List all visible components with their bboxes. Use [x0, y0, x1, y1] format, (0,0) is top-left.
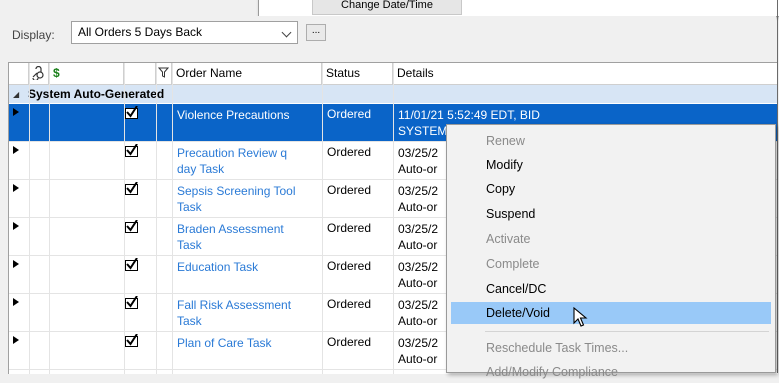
header-check[interactable]: [124, 63, 156, 84]
details-line: 03/25/2: [398, 146, 439, 160]
column-divider: [49, 63, 50, 374]
window-edge: [777, 0, 778, 373]
order-name[interactable]: Education Task: [177, 259, 317, 275]
order-name-line: Task: [177, 200, 202, 214]
details-line: Auto-or: [398, 238, 438, 252]
details-line: Auto-or: [398, 200, 438, 214]
change-date-time-label: Change Date/Time: [341, 0, 433, 11]
details-line: 03/25/2: [398, 260, 439, 274]
chevron-down-icon: [281, 27, 292, 38]
order-name-line: Violence Precautions: [177, 108, 290, 122]
order-status: Ordered: [327, 221, 372, 235]
menu-item-add-modify-compliance[interactable]: Add/Modify Compliance: [451, 361, 771, 383]
menu-item-activate[interactable]: Activate: [451, 228, 771, 250]
order-name-line: Education Task: [177, 260, 259, 274]
menu-item-suspend[interactable]: Suspend: [451, 203, 771, 225]
order-name-line: Plan of Care Task: [177, 336, 272, 350]
header-order-name[interactable]: Order Name: [172, 63, 322, 84]
order-status: Ordered: [327, 107, 372, 121]
details-line: SYSTEM: [398, 124, 448, 138]
order-name-line: Task: [177, 314, 202, 328]
checkbox-icon[interactable]: [125, 106, 138, 119]
order-name-line: Sepsis Screening Tool: [177, 184, 296, 198]
checkbox-icon[interactable]: [125, 334, 138, 347]
checkbox-icon[interactable]: [125, 182, 138, 195]
menu-item-copy[interactable]: Copy: [451, 178, 771, 200]
order-name[interactable]: Braden Assessment Task: [177, 221, 317, 253]
display-options-button[interactable]: ...: [306, 24, 326, 41]
order-status: Ordered: [327, 259, 372, 273]
column-divider: [172, 63, 173, 374]
collapse-caret-icon[interactable]: ◢: [13, 90, 19, 99]
column-divider: [124, 63, 125, 374]
funnel-icon: [157, 67, 170, 78]
column-divider: [29, 63, 30, 374]
row-expand-arrow-icon[interactable]: [13, 108, 19, 116]
order-name-line: Precaution Review q: [177, 146, 288, 160]
header-status[interactable]: Status: [322, 63, 393, 84]
details-line: Auto-or: [398, 314, 438, 328]
order-name-line: Task: [177, 238, 202, 252]
order-status: Ordered: [327, 297, 372, 311]
display-select[interactable]: All Orders 5 Days Back: [71, 21, 298, 44]
menu-item-cancel-dc[interactable]: Cancel/DC: [451, 278, 771, 300]
order-name-line: Braden Assessment: [177, 222, 284, 236]
details-line: 03/25/2: [398, 222, 439, 236]
row-expand-arrow-icon[interactable]: [13, 336, 19, 344]
checkbox-icon[interactable]: [125, 258, 138, 271]
order-name[interactable]: Sepsis Screening Tool Task: [177, 183, 317, 215]
context-menu: Renew Modify Copy Suspend Activate Compl…: [446, 124, 776, 379]
row-expand-arrow-icon[interactable]: [13, 146, 19, 154]
details-line: 03/25/2: [398, 184, 439, 198]
header-flag[interactable]: $: [49, 63, 124, 84]
menu-separator: [485, 331, 769, 332]
row-expand-arrow-icon[interactable]: [13, 298, 19, 306]
order-status: Ordered: [327, 183, 372, 197]
menu-item-reschedule-task-times[interactable]: Reschedule Task Times...: [451, 337, 771, 359]
checkbox-icon[interactable]: [125, 144, 138, 157]
menu-item-modify[interactable]: Modify: [451, 154, 771, 176]
menu-item-renew[interactable]: Renew: [451, 130, 771, 152]
link-icon: [32, 65, 44, 82]
checkbox-icon[interactable]: [125, 220, 138, 233]
display-select-value: All Orders 5 Days Back: [78, 25, 203, 39]
row-expand-arrow-icon[interactable]: [13, 260, 19, 268]
details-line: Auto-or: [398, 162, 438, 176]
column-divider: [322, 63, 323, 374]
row-expand-arrow-icon[interactable]: [13, 184, 19, 192]
order-name[interactable]: Violence Precautions: [177, 107, 317, 123]
display-label: Display:: [12, 28, 55, 42]
row-expand-arrow-icon[interactable]: [13, 222, 19, 230]
order-name[interactable]: Plan of Care Task: [177, 335, 317, 351]
order-name[interactable]: Fall Risk Assessment Task: [177, 297, 317, 329]
details-line: 03/25/2: [398, 298, 439, 312]
order-status: Ordered: [327, 145, 372, 159]
column-divider: [393, 63, 394, 374]
header-link-col[interactable]: [29, 63, 49, 84]
menu-item-complete[interactable]: Complete: [451, 253, 771, 275]
menu-item-delete-void[interactable]: Delete/Void: [451, 302, 771, 324]
details-line: Auto-or: [398, 352, 438, 366]
order-name-line: day Task: [177, 162, 225, 176]
order-name[interactable]: Precaution Review q day Task: [177, 145, 317, 177]
checkbox-icon[interactable]: [125, 296, 138, 309]
change-date-time-button[interactable]: Change Date/Time: [312, 0, 462, 15]
column-divider: [156, 63, 157, 374]
order-name-line: Fall Risk Assessment: [177, 298, 292, 312]
details-line: 03/25/2: [398, 336, 439, 350]
header-filter[interactable]: [156, 63, 172, 84]
mouse-pointer-icon: [573, 307, 588, 327]
header-expand: [9, 63, 29, 84]
order-status: Ordered: [327, 335, 372, 349]
details-line: Auto-or: [398, 276, 438, 290]
details-line: 11/01/21 5:52:49 EDT, BID: [398, 108, 540, 122]
header-details[interactable]: Details: [393, 63, 778, 84]
